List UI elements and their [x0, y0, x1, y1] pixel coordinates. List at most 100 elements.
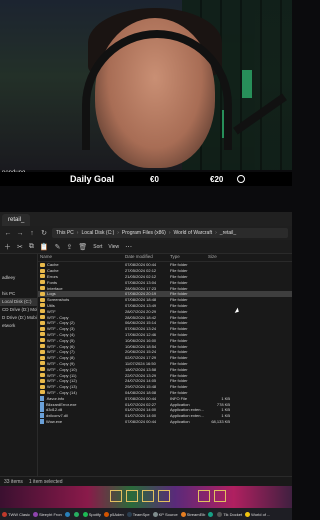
sort-button[interactable]: Sort [93, 244, 102, 250]
goal-ring-icon [237, 175, 246, 183]
delete-icon[interactable]: 🗑 [78, 243, 87, 251]
file-name: Interface [47, 285, 63, 291]
taskbar-app[interactable] [64, 511, 71, 517]
file-name: WTF [47, 308, 56, 314]
app-icon [245, 511, 251, 517]
file-name-cell: Fonts [40, 280, 125, 285]
app-icon [73, 511, 79, 517]
sidebar-item[interactable]: adleey [0, 274, 37, 282]
file-name-cell: WTF [40, 309, 125, 314]
file-date: 07/08/2024 00:44 [125, 418, 157, 424]
file-date: 07/08/2024 13:04 [125, 279, 157, 285]
file-type: INFO File [170, 395, 188, 401]
breadcrumb-item[interactable]: This PC [56, 230, 74, 236]
goal-end-amount: €20 [210, 174, 224, 184]
folder-icon [40, 268, 45, 273]
new-icon[interactable]: ＋ [4, 242, 11, 252]
file-date: 04/08/2024 18:08 [125, 389, 157, 395]
file-date: 07/06/2024 13:24 [125, 326, 157, 332]
taskbar-app-label: StreamElb [186, 511, 206, 517]
sidebar-item[interactable]: CD Drive (D:) Mobil [0, 306, 37, 314]
breadcrumb-item[interactable]: World of Warcraft [174, 230, 213, 236]
folder-icon [40, 332, 45, 337]
sidebar-item[interactable]: Local Disk (C:) [0, 298, 37, 306]
file-date: 17/06/2024 12:46 [125, 331, 157, 337]
sidebar-item[interactable]: etwork [0, 322, 37, 330]
column-name[interactable]: Name [40, 254, 125, 261]
breadcrumb-item[interactable]: _retail_ [220, 230, 236, 236]
app-icon [152, 511, 158, 517]
up-icon[interactable]: ↑ [28, 230, 36, 237]
file-type: File folder [170, 378, 188, 384]
sidebar-item[interactable] [0, 282, 37, 290]
file-type: File folder [170, 349, 188, 355]
command-bar: ＋ ✂ ⧉ 📋 ✎ ⇪ 🗑 Sort View ⋯ [0, 240, 292, 254]
sidebar-item[interactable]: D Drive (D:) Mobil [0, 314, 37, 322]
folder-icon [40, 384, 45, 389]
file-name: Cache [47, 262, 59, 268]
taskbar-app[interactable]: TWW Clasic [2, 511, 30, 517]
breadcrumb[interactable]: This PC › Local Disk (C:) › Program Files (x… [52, 228, 288, 238]
more-icon[interactable]: ⋯ [125, 243, 132, 251]
folder-icon [40, 262, 45, 267]
file-name-cell: WTF - Copy (5) [40, 338, 125, 343]
taskbar-app[interactable]: p5Aden [103, 511, 124, 517]
column-date[interactable]: Date modified [125, 254, 170, 261]
file-name-cell: WTF - Copy (6) [40, 344, 125, 349]
taskbar-app[interactable]: Sleeyht Fron [33, 511, 62, 517]
file-row[interactable]: Wow.exe 07/08/2024 00:44 Application 68,133… [38, 418, 292, 425]
file-date: 07/08/2024 13:49 [125, 302, 157, 308]
view-button[interactable]: View [108, 244, 119, 250]
rename-icon[interactable]: ✎ [55, 243, 61, 251]
taskbar-app-label: TWW Clasic [8, 511, 30, 517]
file-type: File folder [170, 297, 188, 303]
column-type[interactable]: Type [170, 254, 208, 261]
file-name-cell: .flavor.info [40, 395, 125, 401]
file-type: File folder [170, 326, 188, 332]
file-name: WTF - Copy (12) [47, 378, 77, 384]
file-type: File folder [170, 360, 188, 366]
folder-icon [40, 373, 45, 378]
breadcrumb-item[interactable]: Program Files (x86) [122, 230, 166, 236]
taskbar-app[interactable]: KP Source [152, 511, 178, 517]
paste-icon[interactable]: 📋 [40, 243, 49, 251]
sidebar-item[interactable]: his PC [0, 290, 37, 298]
taskbar-app[interactable] [208, 511, 214, 517]
file-size: 68,133 KB [211, 418, 230, 424]
file-name-cell: Errors [40, 274, 125, 279]
file-name: Screenshots [47, 297, 70, 303]
column-size[interactable]: Size [208, 254, 232, 261]
copy-icon[interactable]: ⧉ [29, 243, 34, 251]
share-icon[interactable]: ⇪ [66, 243, 72, 251]
folder-icon [40, 291, 45, 296]
file-icon [40, 401, 44, 407]
taskbar-app[interactable]: StreamElb [180, 511, 206, 517]
file-icon [40, 395, 44, 401]
app-icon [217, 511, 223, 517]
forward-icon[interactable]: → [16, 230, 24, 237]
file-name-cell: WTF - Copy (2) [40, 320, 125, 325]
file-type: File folder [170, 279, 188, 285]
folder-icon [40, 355, 45, 360]
taskbar-app[interactable]: World of ... [245, 511, 270, 517]
breadcrumb-separator-icon: › [76, 230, 79, 236]
file-name: Logs [47, 291, 56, 297]
breadcrumb-separator-icon: › [215, 230, 217, 236]
cut-icon[interactable]: ✂ [17, 243, 23, 251]
breadcrumb-item[interactable]: Local Disk (C:) [81, 230, 114, 236]
taskbar-app-label: Spotify [88, 511, 101, 517]
file-name: WTF - Copy (10) [47, 366, 77, 372]
taskbar-app[interactable] [73, 511, 80, 517]
file-date: 22/07/2024 13:29 [125, 372, 157, 378]
file-name: WTF - Copy (6) [47, 343, 75, 349]
file-date: 28/05/2024 18:42 [125, 314, 157, 320]
refresh-icon[interactable]: ↻ [40, 229, 48, 237]
file-name-cell: Logs [40, 291, 125, 296]
taskbar-app[interactable]: Tik Docket [217, 511, 242, 517]
taskbar-app[interactable]: TeamSpe [126, 511, 150, 517]
folder-icon [40, 303, 45, 308]
back-icon[interactable]: ← [4, 230, 12, 237]
taskbar-app[interactable]: Spotify [82, 511, 101, 517]
app-icon [64, 511, 70, 517]
tab-retail[interactable]: retail_ [2, 214, 31, 226]
